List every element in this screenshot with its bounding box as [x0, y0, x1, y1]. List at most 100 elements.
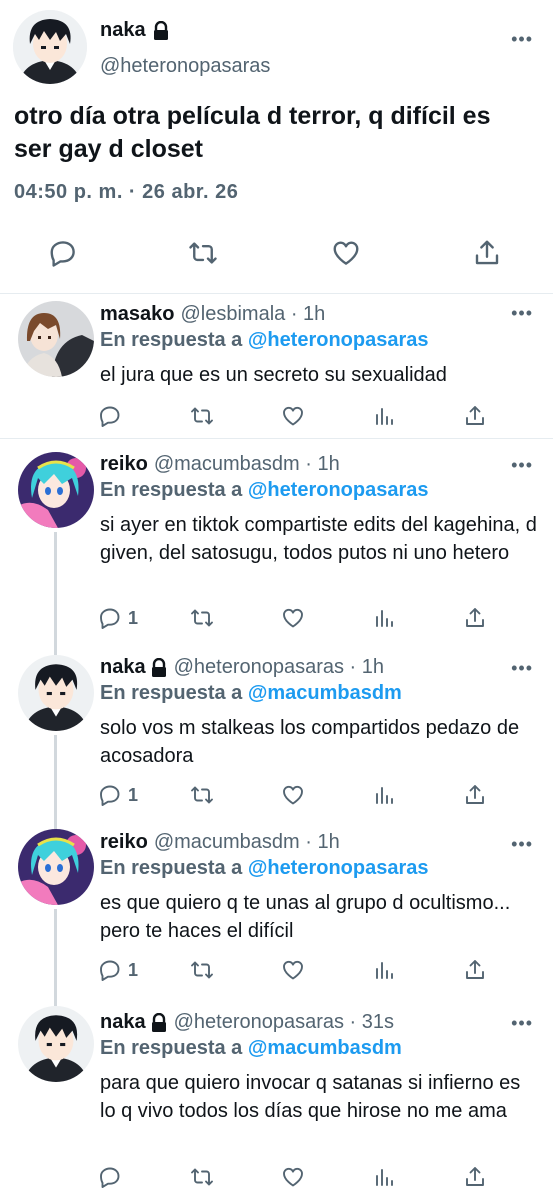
like-icon: [283, 608, 303, 628]
share-button[interactable]: [463, 605, 487, 631]
avatar[interactable]: [18, 829, 94, 905]
avatar-naka-image: [13, 10, 87, 84]
like-button[interactable]: [331, 238, 361, 268]
author-handle[interactable]: @heteronopasaras · 1h: [174, 656, 384, 679]
retweet-icon: [191, 1168, 213, 1186]
views-button[interactable]: [372, 403, 396, 429]
reply-text: solo vos m stalkeas los compartidos peda…: [100, 717, 520, 767]
like-button[interactable]: [281, 957, 305, 983]
reply-to-prefix: En respuesta a: [100, 479, 248, 501]
reply-icon: [100, 608, 120, 629]
reply-text: para que quiero invocar q satanas si inf…: [100, 1072, 521, 1122]
reply-button[interactable]: 1: [98, 957, 138, 983]
share-icon: [466, 1167, 484, 1186]
more-icon[interactable]: •••: [511, 456, 533, 474]
share-button[interactable]: [472, 238, 502, 268]
retweet-icon: [191, 407, 213, 425]
lock-icon: [151, 657, 166, 677]
author-name[interactable]: reiko: [100, 831, 148, 854]
views-button[interactable]: [372, 1164, 396, 1190]
thread-line: [54, 532, 57, 647]
reply-button[interactable]: [98, 403, 128, 429]
reply-tweet[interactable]: naka @heteronopasaras · 31s ••• En respu…: [0, 992, 553, 1200]
reply-header: naka @heteronopasaras · 1h: [100, 656, 384, 679]
author-name[interactable]: reiko: [100, 453, 148, 476]
avatar[interactable]: [18, 1006, 94, 1082]
reply-tweet[interactable]: masako @lesbimala · 1h ••• En respuesta …: [0, 294, 553, 439]
author-handle[interactable]: @macumbasdm · 1h: [154, 831, 340, 854]
like-button[interactable]: [281, 1164, 305, 1190]
avatar[interactable]: [13, 10, 87, 84]
more-icon[interactable]: •••: [511, 30, 533, 48]
share-button[interactable]: [463, 1164, 487, 1190]
tweet-text: otro día otra película d terror, q difíc…: [14, 102, 491, 163]
reply-action-bar: 1: [98, 957, 498, 987]
author-name[interactable]: naka: [100, 19, 170, 42]
reply-to-prefix: En respuesta a: [100, 329, 248, 351]
author-name[interactable]: naka: [100, 1011, 146, 1034]
share-button[interactable]: [463, 957, 487, 983]
reply-to-mention[interactable]: @heteronopasaras: [248, 479, 429, 501]
views-button[interactable]: [372, 957, 396, 983]
views-icon: [376, 408, 393, 425]
reply-icon: [100, 960, 120, 981]
main-tweet: naka @heteronopasaras ••• otro día otra …: [0, 0, 553, 294]
reply-to-line: En respuesta a @heteronopasaras: [100, 329, 429, 352]
author-name[interactable]: naka: [100, 656, 146, 679]
author-name[interactable]: masako: [100, 303, 175, 326]
more-icon[interactable]: •••: [511, 659, 533, 677]
author-handle[interactable]: @lesbimala · 1h: [181, 303, 326, 326]
author-handle[interactable]: @heteronopasaras: [100, 55, 270, 78]
reply-button[interactable]: 1: [98, 605, 138, 631]
like-icon: [333, 241, 359, 265]
reply-to-line: En respuesta a @heteronopasaras: [100, 857, 429, 880]
reply-tweet[interactable]: reiko @macumbasdm · 1h ••• En respuesta …: [0, 817, 553, 992]
views-button[interactable]: [372, 782, 396, 808]
more-icon[interactable]: •••: [511, 304, 533, 322]
reply-button[interactable]: 1: [98, 782, 138, 808]
reply-button[interactable]: [98, 1164, 128, 1190]
reply-tweet[interactable]: reiko @macumbasdm · 1h ••• En respuesta …: [0, 439, 553, 647]
like-icon: [283, 406, 303, 426]
reply-to-mention[interactable]: @macumbasdm: [248, 1037, 402, 1059]
reply-to-mention[interactable]: @heteronopasaras: [248, 329, 429, 351]
like-button[interactable]: [281, 782, 305, 808]
reply-text: si ayer en tiktok compartiste edits del …: [100, 514, 537, 564]
author-handle[interactable]: @heteronopasaras · 31s: [174, 1011, 394, 1034]
avatar[interactable]: [18, 452, 94, 528]
reply-tweet[interactable]: naka @heteronopasaras · 1h ••• En respue…: [0, 647, 553, 817]
reply-header: masako @lesbimala · 1h: [100, 303, 325, 326]
author-handle[interactable]: @macumbasdm · 1h: [154, 453, 340, 476]
retweet-button[interactable]: [190, 403, 214, 429]
views-button[interactable]: [372, 605, 396, 631]
views-icon: [376, 1169, 393, 1186]
retweet-button[interactable]: [190, 957, 214, 983]
thread-line: [54, 735, 57, 817]
retweet-button[interactable]: [190, 782, 214, 808]
retweet-button[interactable]: [190, 605, 214, 631]
reply-to-prefix: En respuesta a: [100, 1037, 248, 1059]
share-button[interactable]: [463, 403, 487, 429]
reply-to-prefix: En respuesta a: [100, 857, 248, 879]
thread-line: [54, 647, 57, 655]
more-icon[interactable]: •••: [511, 1014, 533, 1032]
share-button[interactable]: [463, 782, 487, 808]
reply-to-mention[interactable]: @heteronopasaras: [248, 857, 429, 879]
reply-count: 1: [128, 959, 139, 980]
reply-to-mention[interactable]: @macumbasdm: [248, 682, 402, 704]
more-icon[interactable]: •••: [511, 835, 533, 853]
like-icon: [283, 1167, 303, 1187]
retweet-button[interactable]: [190, 1164, 214, 1190]
retweet-button[interactable]: [188, 238, 218, 268]
retweet-icon: [191, 961, 213, 979]
like-button[interactable]: [281, 605, 305, 631]
tweet-timestamp[interactable]: 04:50 p. m. · 26 abr. 26: [14, 181, 238, 204]
avatar[interactable]: [18, 301, 94, 377]
reply-text: es que quiero q te unas al grupo d ocult…: [100, 892, 511, 942]
views-icon: [376, 787, 393, 804]
avatar[interactable]: [18, 655, 94, 731]
reply-icon: [50, 241, 75, 267]
like-button[interactable]: [281, 403, 305, 429]
reply-button[interactable]: [48, 238, 78, 268]
reply-action-bar: [98, 403, 498, 433]
